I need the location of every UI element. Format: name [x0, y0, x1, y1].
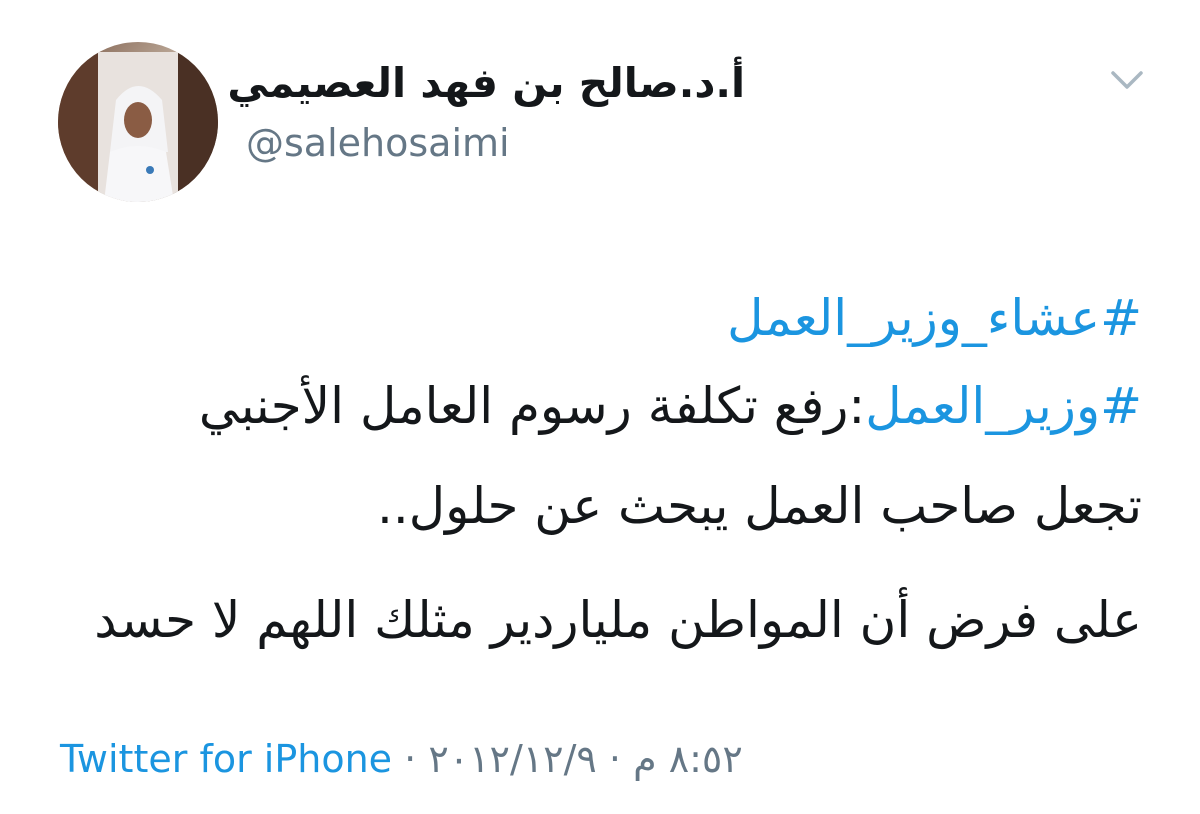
hashtag-link[interactable]: #وزير_العمل — [865, 377, 1142, 435]
meta-separator: · — [404, 737, 417, 781]
author-display-name[interactable]: أ.د.صالح بن فهد العصيمي — [227, 54, 745, 112]
chevron-down-icon[interactable] — [1106, 62, 1148, 98]
tweet-line-3: تجعل صاحب العمل يبحث عن حلول.. — [376, 477, 1142, 535]
tweet-line-2: #وزير_العمل:رفع تكلفة رسوم العامل الأجنب… — [199, 370, 1142, 442]
meta-separator: · — [608, 737, 621, 781]
tweet-meta: Twitter for iPhone · ٢٠١٢/١٢/٩ · ٨:٥٢ م — [60, 732, 743, 786]
author-handle[interactable]: @salehosaimi — [246, 118, 510, 168]
avatar-photo — [58, 42, 218, 202]
tweet-date[interactable]: ٢٠١٢/١٢/٩ — [428, 737, 596, 781]
tweet-time[interactable]: ٨:٥٢ م — [633, 737, 743, 781]
tweet-source-link[interactable]: Twitter for iPhone — [60, 737, 392, 781]
hashtag-link[interactable]: #عشاء_وزير_العمل — [727, 289, 1142, 347]
tweet-line-text: :رفع تكلفة رسوم العامل الأجنبي — [198, 377, 866, 435]
tweet-card: أ.د.صالح بن فهد العصيمي @salehosaimi #عش… — [0, 0, 1200, 814]
tweet-line-1: #عشاء_وزير_العمل — [727, 282, 1142, 354]
tweet-line-4: على فرض أن المواطن ملياردير مثلك اللهم ل… — [94, 591, 1142, 649]
avatar[interactable] — [58, 42, 218, 202]
